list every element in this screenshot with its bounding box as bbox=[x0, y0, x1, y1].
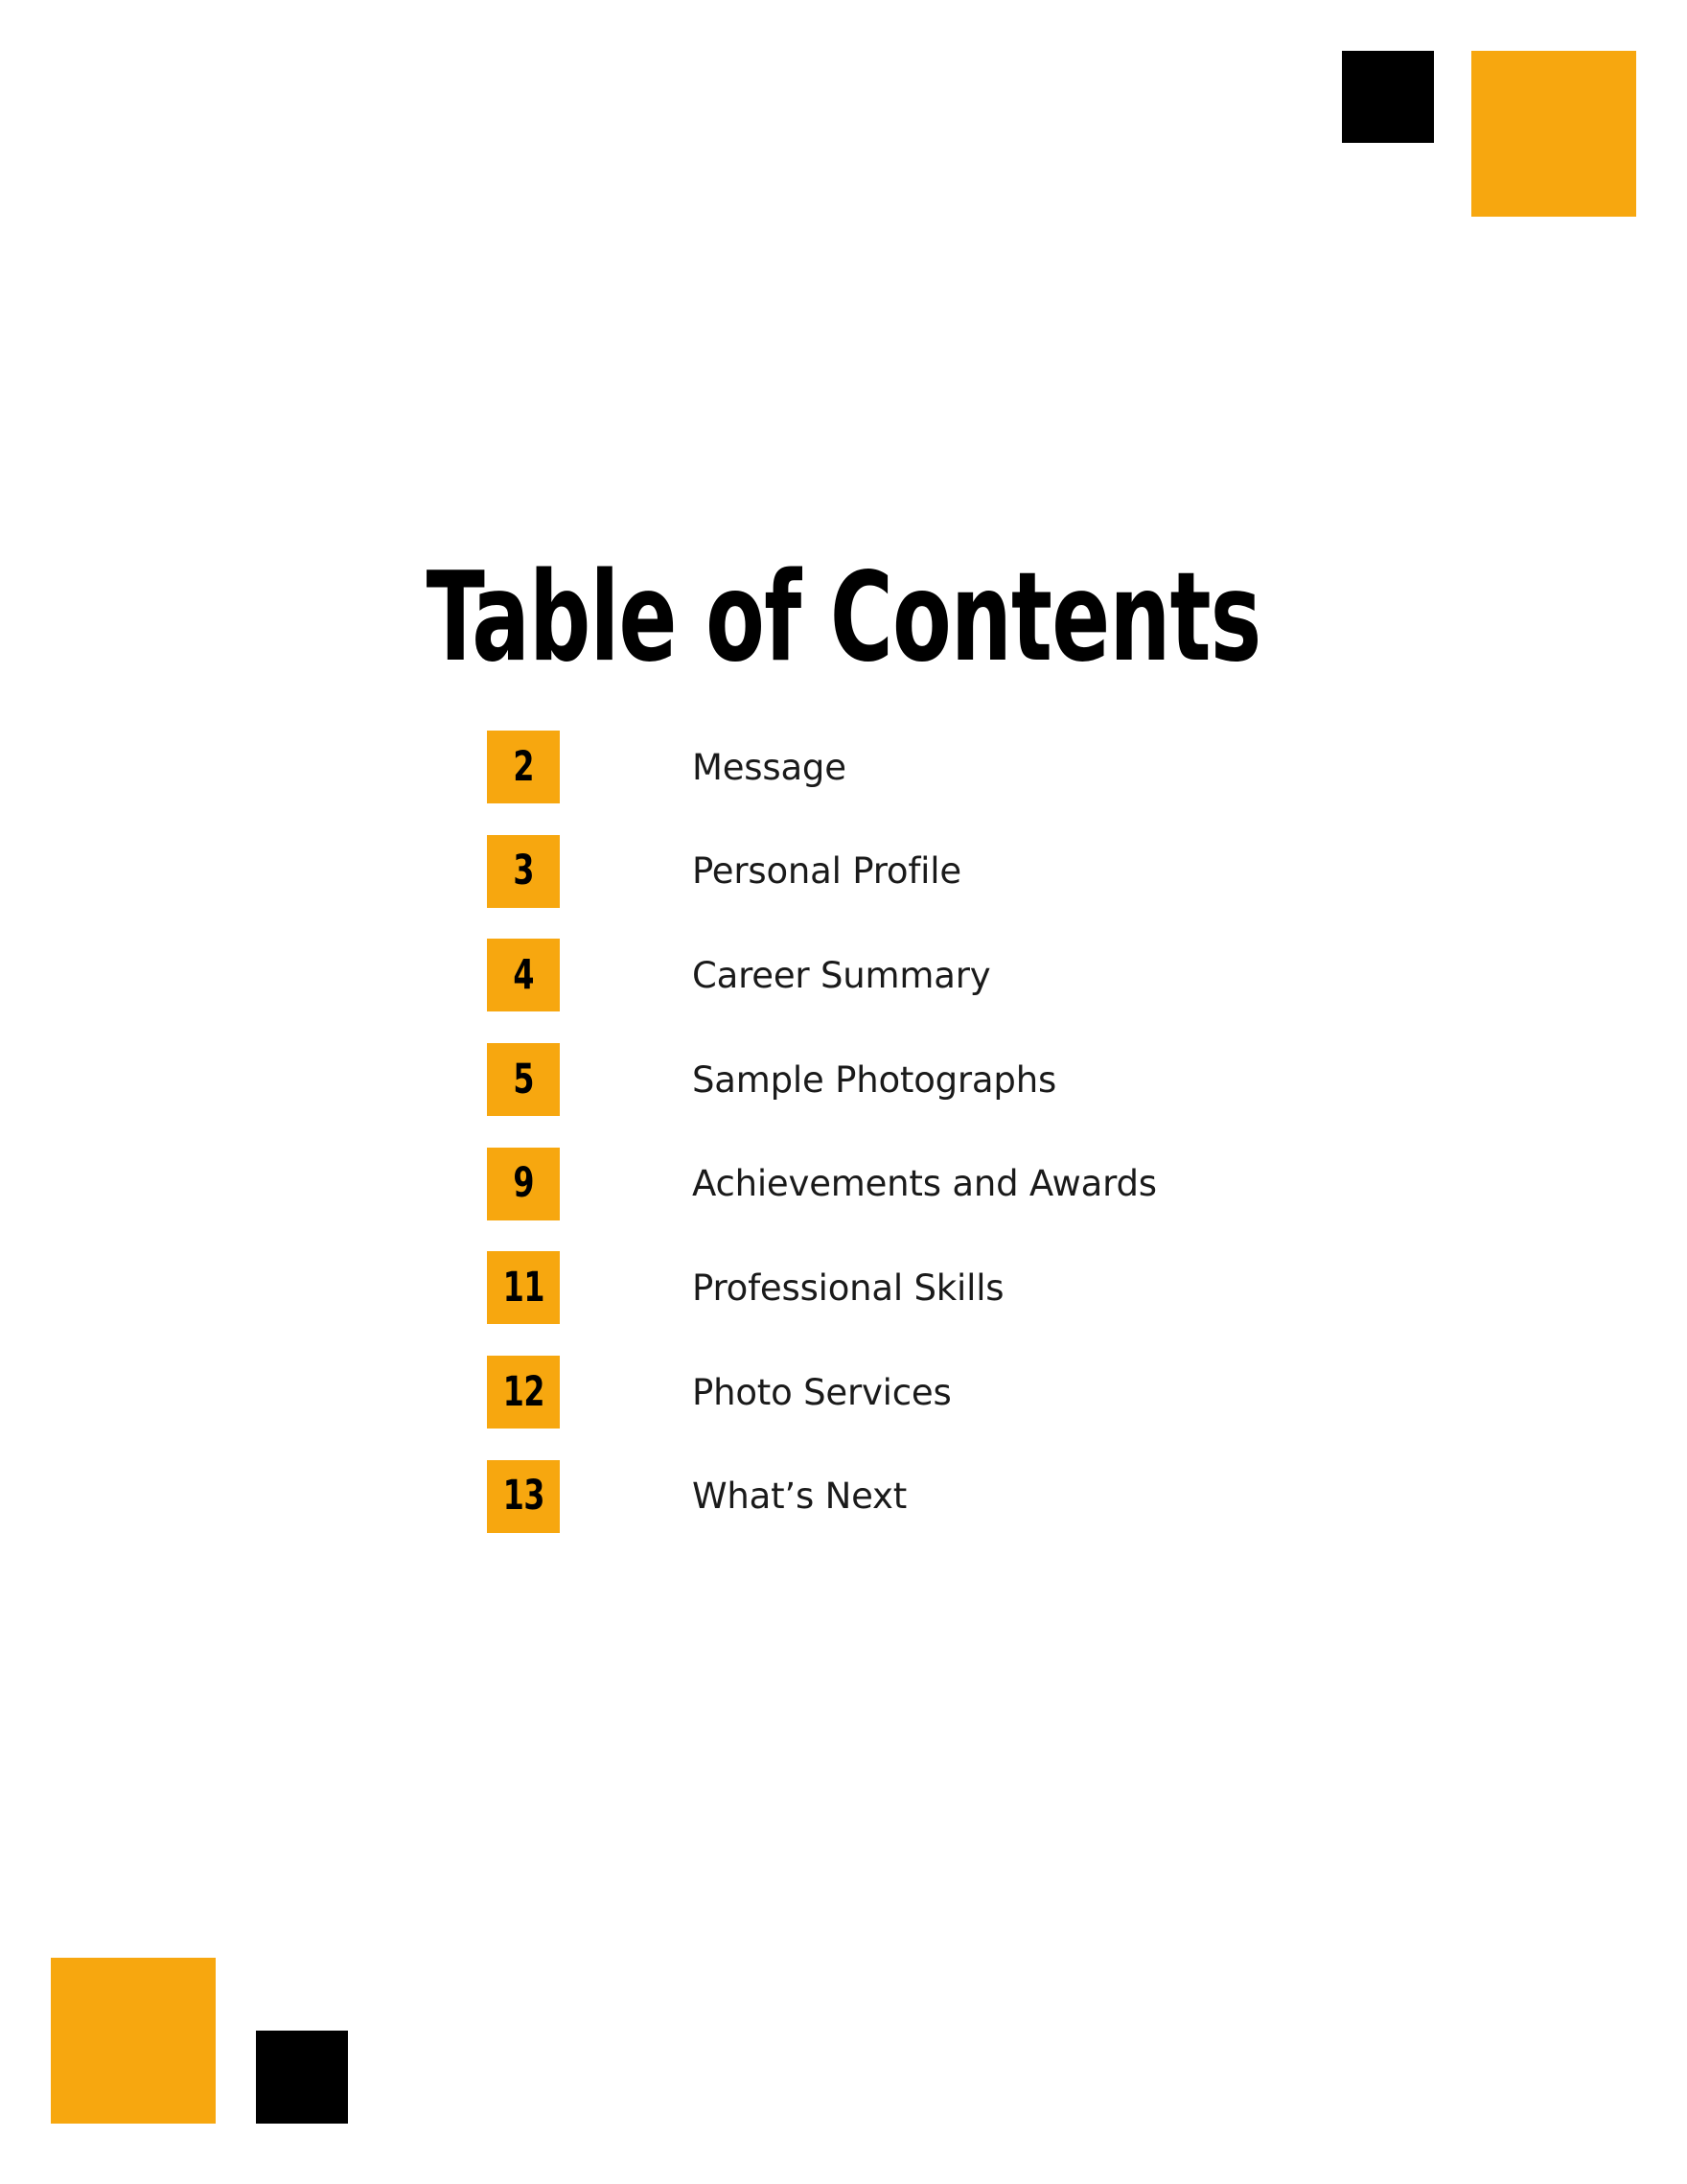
toc-entry-label: What’s Next bbox=[692, 1475, 908, 1518]
toc-entry-label: Career Summary bbox=[692, 954, 991, 996]
toc-page-number-badge: 2 bbox=[487, 731, 560, 803]
toc-page-number: 11 bbox=[502, 1263, 544, 1312]
toc-page-number: 5 bbox=[513, 1055, 534, 1104]
toc-entry-label: Achievements and Awards bbox=[692, 1163, 1157, 1205]
toc-page-number: 9 bbox=[513, 1159, 534, 1208]
toc-page-number: 4 bbox=[513, 950, 534, 999]
toc-entry-label: Sample Photographs bbox=[692, 1058, 1057, 1101]
toc-page-number-badge: 12 bbox=[487, 1356, 560, 1429]
document-page: Table of Contents 2 Message 3 Personal Prof… bbox=[0, 0, 1687, 2184]
toc-page-number-badge: 3 bbox=[487, 834, 560, 908]
toc-entry[interactable]: 9 Achievements and Awards bbox=[487, 1147, 1541, 1220]
toc-page-number-badge: 11 bbox=[487, 1251, 560, 1325]
toc-entry-label: Professional Skills bbox=[692, 1266, 1005, 1309]
toc-entry[interactable]: 4 Career Summary bbox=[487, 939, 1541, 1012]
toc-entry[interactable]: 2 Message bbox=[487, 731, 1541, 803]
toc-page-number-badge: 5 bbox=[487, 1043, 560, 1117]
toc-page-number-badge: 9 bbox=[487, 1147, 560, 1220]
toc-entry-label: Personal Profile bbox=[692, 850, 961, 893]
page-title: Table of Contents bbox=[426, 546, 1262, 689]
toc-page-number: 2 bbox=[513, 742, 534, 791]
toc-entry-label: Message bbox=[692, 746, 846, 788]
toc-entry[interactable]: 13 What’s Next bbox=[487, 1459, 1541, 1533]
top-right-orange-square-decoration bbox=[1471, 51, 1636, 217]
bottom-left-black-square-decoration bbox=[256, 2031, 348, 2124]
toc-page-number: 3 bbox=[513, 847, 534, 895]
table-of-contents-list: 2 Message 3 Personal Profile 4 Career Summary… bbox=[487, 731, 1541, 1565]
top-right-black-square-decoration bbox=[1342, 51, 1434, 143]
toc-page-number-badge: 4 bbox=[487, 939, 560, 1012]
toc-page-number: 13 bbox=[502, 1472, 544, 1521]
toc-entry-label: Photo Services bbox=[692, 1371, 952, 1413]
bottom-left-orange-square-decoration bbox=[51, 1958, 216, 2124]
toc-entry[interactable]: 11 Professional Skills bbox=[487, 1251, 1541, 1325]
toc-page-number: 12 bbox=[502, 1367, 544, 1416]
toc-entry[interactable]: 5 Sample Photographs bbox=[487, 1043, 1541, 1117]
toc-entry[interactable]: 3 Personal Profile bbox=[487, 834, 1541, 908]
toc-page-number-badge: 13 bbox=[487, 1459, 560, 1533]
toc-entry[interactable]: 12 Photo Services bbox=[487, 1356, 1541, 1429]
